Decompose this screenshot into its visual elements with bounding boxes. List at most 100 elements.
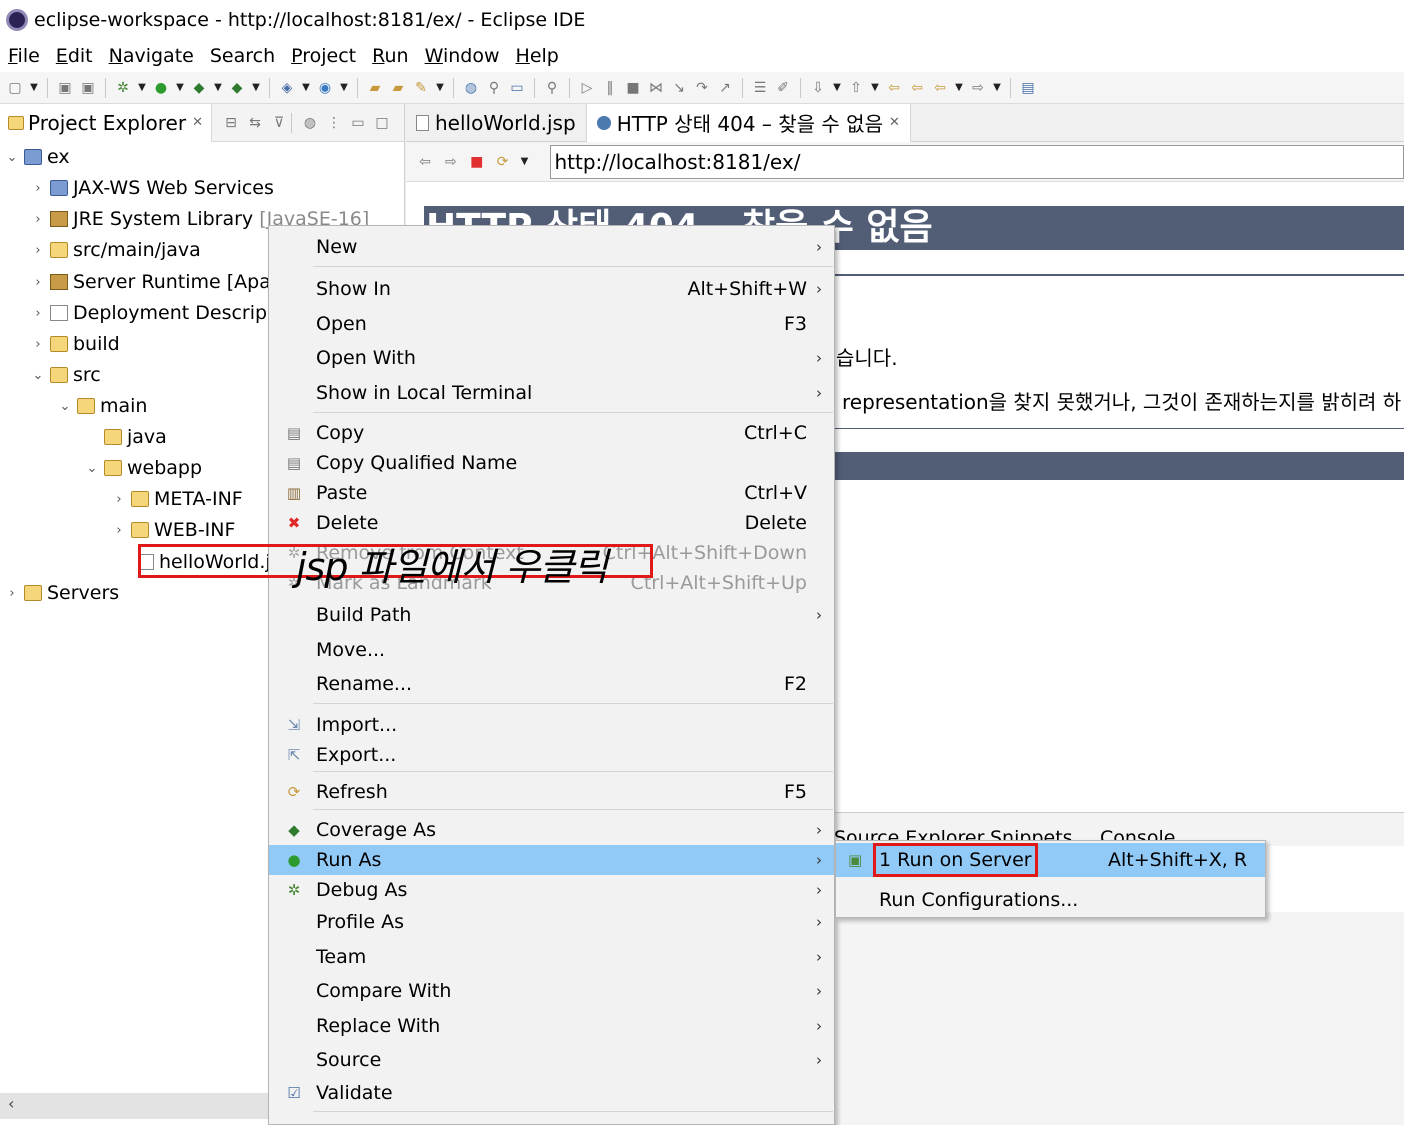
console-icon[interactable]: ▭ bbox=[508, 79, 526, 97]
new-class-dropdown-icon[interactable]: ▼ bbox=[339, 79, 349, 97]
globe-icon[interactable]: ◍ bbox=[462, 79, 480, 97]
browser-back-icon[interactable]: ⇦ bbox=[416, 153, 434, 171]
url-input[interactable]: http://localhost:8181/ex/ bbox=[549, 144, 1404, 179]
menu-item-paste[interactable]: ▥ Paste Ctrl+V bbox=[269, 478, 834, 508]
tree-item-webapp[interactable]: ⌄ webapp bbox=[84, 453, 203, 483]
tree-item-servers[interactable]: › Servers bbox=[4, 578, 119, 608]
chevron-down-icon[interactable]: ⌄ bbox=[30, 368, 46, 383]
next-annotation-dropdown-icon[interactable]: ▼ bbox=[832, 79, 842, 97]
menu-item-compare-with[interactable]: Compare With › bbox=[269, 976, 834, 1006]
menu-item-show-local-terminal[interactable]: Show in Local Terminal › bbox=[269, 378, 834, 408]
chevron-right-icon[interactable]: › bbox=[30, 181, 46, 196]
menu-item-import[interactable]: ⇲ Import... bbox=[269, 710, 834, 740]
open-type-icon[interactable]: ▰ bbox=[366, 79, 384, 97]
tree-item-src[interactable]: ⌄ src bbox=[30, 360, 101, 390]
menu-item-coverage-as[interactable]: ◆ Coverage As › bbox=[269, 815, 834, 845]
external-tools-icon[interactable]: ◆ bbox=[228, 79, 246, 97]
link-editor-icon[interactable]: ⇆ bbox=[246, 114, 264, 132]
chevron-right-icon[interactable]: › bbox=[30, 275, 46, 290]
prev-annotation-dropdown-icon[interactable]: ▼ bbox=[870, 79, 880, 97]
menu-item-debug-as[interactable]: ✲ Debug As › bbox=[269, 875, 834, 905]
menu-item-source[interactable]: Source › bbox=[269, 1045, 834, 1075]
zoom-icon[interactable]: ⚲ bbox=[543, 79, 561, 97]
forward-dropdown-icon[interactable]: ▼ bbox=[992, 79, 1002, 97]
toggle-mark-icon[interactable]: ☰ bbox=[751, 79, 769, 97]
menu-item-copy-qualified[interactable]: ▤ Copy Qualified Name bbox=[269, 448, 834, 478]
menu-item-run-as[interactable]: ● Run As › bbox=[269, 845, 834, 875]
tab-browser-404[interactable]: HTTP 상태 404 – 찾을 수 없음 ✕ bbox=[586, 103, 911, 142]
browser-forward-icon[interactable]: ⇨ bbox=[442, 153, 460, 171]
collapse-all-icon[interactable]: ⊟ bbox=[222, 114, 240, 132]
horizontal-scrollbar[interactable]: ‹ bbox=[0, 1093, 268, 1119]
resume-icon[interactable]: ▷ bbox=[578, 79, 596, 97]
tree-item-build[interactable]: › build bbox=[30, 329, 119, 359]
search-icon[interactable]: ⚲ bbox=[485, 79, 503, 97]
menu-item-team[interactable]: Team › bbox=[269, 942, 834, 972]
close-icon[interactable]: ✕ bbox=[889, 115, 900, 130]
new-java-project-icon[interactable]: ◈ bbox=[278, 79, 296, 97]
brush-icon[interactable]: ✎ bbox=[412, 79, 430, 97]
menu-item-rename[interactable]: Rename... F2 bbox=[269, 669, 834, 699]
tree-item-deployment[interactable]: › Deployment Descrip bbox=[30, 298, 267, 328]
chevron-right-icon[interactable]: › bbox=[111, 523, 127, 538]
brush-dropdown-icon[interactable]: ▼ bbox=[435, 79, 445, 97]
tree-item-server-runtime[interactable]: › Server Runtime [Apa bbox=[30, 267, 270, 297]
submenu-item-run-on-server[interactable]: ▣ 1 Run on Server Alt+Shift+X, R bbox=[836, 843, 1265, 877]
step-over-icon[interactable]: ↷ bbox=[693, 79, 711, 97]
step-return-icon[interactable]: ↗ bbox=[716, 79, 734, 97]
open-folder-icon[interactable]: ▰ bbox=[389, 79, 407, 97]
tree-item-main[interactable]: ⌄ main bbox=[57, 391, 148, 421]
disconnect-icon[interactable]: ⋈ bbox=[647, 79, 665, 97]
chevron-down-icon[interactable]: ⌄ bbox=[4, 150, 20, 165]
chevron-right-icon[interactable]: › bbox=[30, 306, 46, 321]
tab-helloworld-jsp[interactable]: helloWorld.jsp bbox=[406, 103, 587, 142]
minimize-icon[interactable]: ▭ bbox=[349, 114, 367, 132]
menu-item-show-in[interactable]: Show In Alt+Shift+W › bbox=[269, 274, 834, 304]
back-history-icon[interactable]: ⇦ bbox=[908, 79, 926, 97]
stop-icon[interactable]: ■ bbox=[468, 153, 486, 171]
debug-dropdown-icon[interactable]: ▼ bbox=[137, 79, 147, 97]
chevron-down-icon[interactable]: ▼ bbox=[520, 153, 530, 171]
maximize-icon[interactable]: □ bbox=[373, 114, 391, 132]
save-icon[interactable]: ▣ bbox=[56, 79, 74, 97]
menu-item-build-path[interactable]: Build Path › bbox=[269, 600, 834, 630]
back-dropdown-icon[interactable]: ▼ bbox=[954, 79, 964, 97]
chevron-left-icon[interactable]: ‹ bbox=[8, 1094, 14, 1113]
menu-item-replace-with[interactable]: Replace With › bbox=[269, 1011, 834, 1041]
menu-run[interactable]: Run bbox=[364, 45, 416, 67]
menu-item-new[interactable]: New › bbox=[269, 232, 834, 262]
tab-project-explorer[interactable]: Project Explorer ✕ bbox=[0, 103, 212, 142]
chevron-right-icon[interactable]: › bbox=[30, 212, 46, 227]
chevron-down-icon[interactable]: ⌄ bbox=[84, 461, 100, 476]
step-into-icon[interactable]: ↘ bbox=[670, 79, 688, 97]
external-tools-dropdown-icon[interactable]: ▼ bbox=[251, 79, 261, 97]
run-dropdown-icon[interactable]: ▼ bbox=[175, 79, 185, 97]
menu-edit[interactable]: Edit bbox=[48, 45, 101, 67]
last-edit-location-icon[interactable]: ⇦ bbox=[885, 79, 903, 97]
tree-item-webinf[interactable]: › WEB-INF bbox=[111, 515, 235, 545]
new-java-project-dropdown-icon[interactable]: ▼ bbox=[301, 79, 311, 97]
next-annotation-icon[interactable]: ⇩ bbox=[809, 79, 827, 97]
new-icon[interactable]: ▢ bbox=[6, 79, 24, 97]
menu-file[interactable]: File bbox=[0, 45, 48, 67]
chevron-right-icon[interactable]: › bbox=[111, 492, 127, 507]
forward-icon[interactable]: ⇨ bbox=[969, 79, 987, 97]
close-icon[interactable]: ✕ bbox=[192, 115, 203, 130]
new-class-icon[interactable]: ◉ bbox=[316, 79, 334, 97]
open-perspective-icon[interactable]: ▤ bbox=[1019, 79, 1037, 97]
menu-project[interactable]: Project bbox=[283, 45, 364, 67]
menu-item-profile-as[interactable]: Profile As › bbox=[269, 907, 834, 937]
view-menu-icon[interactable]: ⋮ bbox=[325, 114, 343, 132]
menu-item-open[interactable]: Open F3 bbox=[269, 309, 834, 339]
menu-item-move[interactable]: Move... bbox=[269, 635, 834, 665]
chevron-right-icon[interactable]: › bbox=[4, 586, 20, 601]
menu-item-validate[interactable]: ☑ Validate bbox=[269, 1078, 834, 1108]
debug-icon[interactable]: ✲ bbox=[114, 79, 132, 97]
chevron-right-icon[interactable]: › bbox=[30, 337, 46, 352]
terminate-icon[interactable]: ■ bbox=[624, 79, 642, 97]
tree-item-metainf[interactable]: › META-INF bbox=[111, 484, 242, 514]
filter-icon[interactable]: ⊽ bbox=[270, 114, 288, 132]
run-icon[interactable]: ● bbox=[152, 79, 170, 97]
menu-search[interactable]: Search bbox=[202, 45, 283, 67]
save-all-icon[interactable]: ▣ bbox=[79, 79, 97, 97]
